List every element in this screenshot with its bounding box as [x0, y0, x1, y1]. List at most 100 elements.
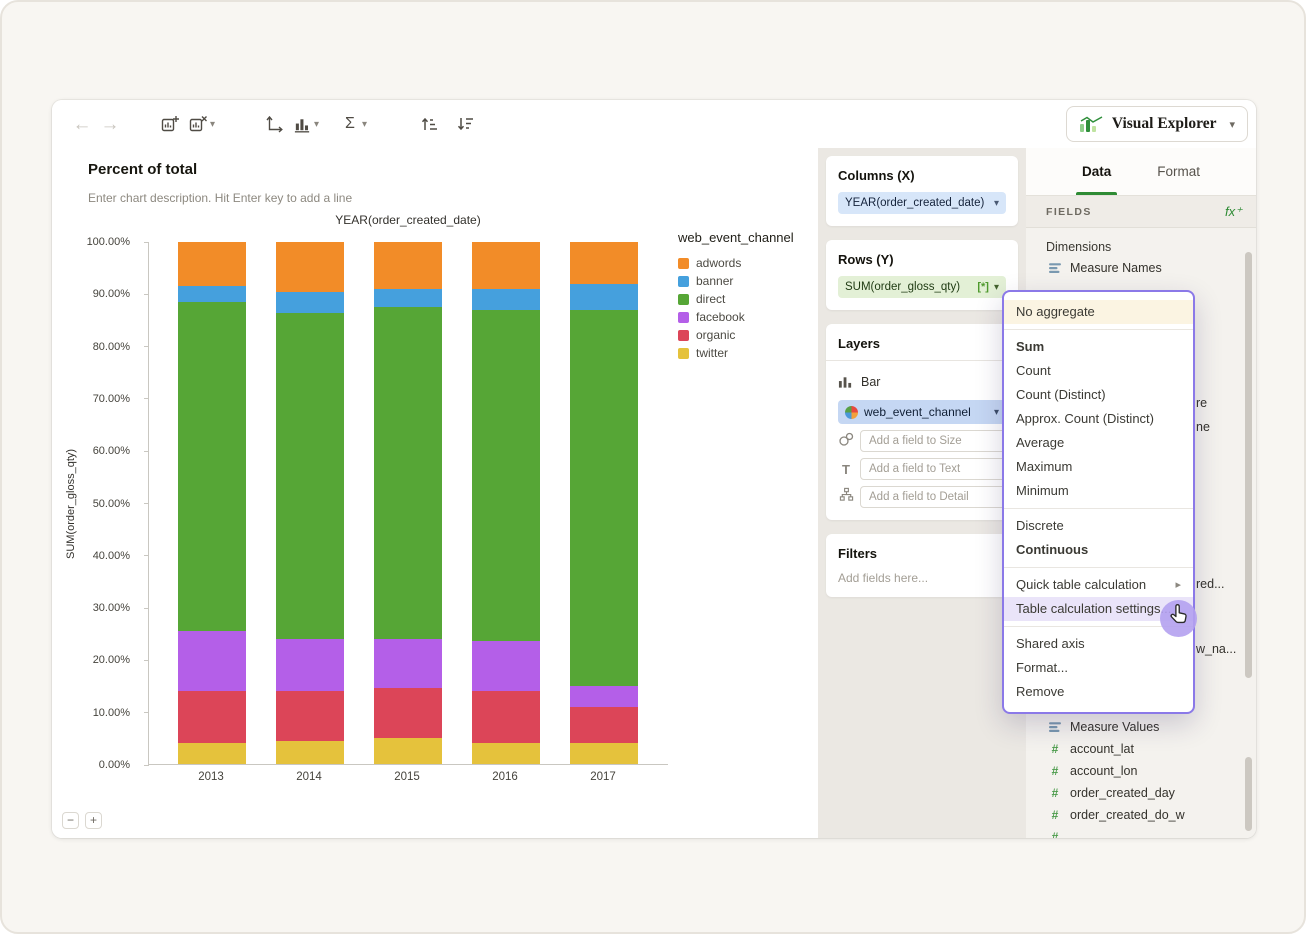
bar-segment-organic[interactable]: [276, 690, 344, 741]
tab-data[interactable]: Data: [1075, 148, 1118, 195]
aggregate-button[interactable]: Σ: [336, 110, 364, 138]
forward-button[interactable]: →: [96, 110, 124, 138]
bar-segment-adwords[interactable]: [374, 242, 442, 290]
bar-segment-banner[interactable]: [472, 289, 540, 310]
menu-item-count-distinct[interactable]: Count (Distinct): [1004, 383, 1193, 407]
remove-chart-button[interactable]: [184, 110, 212, 138]
bar-segment-banner[interactable]: [570, 283, 638, 310]
stacked-bar-2017[interactable]: [570, 242, 638, 764]
color-field-row[interactable]: web_event_channel ▾: [838, 400, 1006, 424]
bar-segment-direct[interactable]: [178, 302, 246, 631]
bar-segment-facebook[interactable]: [472, 641, 540, 691]
size-field-input[interactable]: Add a field to Size: [860, 430, 1006, 452]
bar-segment-facebook[interactable]: [570, 685, 638, 707]
legend-entry-organic[interactable]: organic: [678, 326, 812, 344]
menu-item-continuous[interactable]: Continuous: [1004, 538, 1193, 562]
menu-item-sum[interactable]: Sum: [1004, 335, 1193, 359]
rows-pill-aggregate-badge[interactable]: [*]: [977, 281, 989, 293]
field-item-measure-values[interactable]: Measure Values: [1026, 716, 1256, 738]
legend-entry-banner[interactable]: banner: [678, 272, 812, 290]
stacked-bar-2015[interactable]: [374, 242, 442, 764]
duplicate-chart-button[interactable]: [156, 110, 184, 138]
scrollbar-thumb-lower[interactable]: [1245, 757, 1252, 831]
bar-segment-organic[interactable]: [570, 706, 638, 744]
menu-item-average[interactable]: Average: [1004, 431, 1193, 455]
rows-pill[interactable]: SUM(order_gloss_qty) [*] ▾: [838, 276, 1006, 298]
legend-entry-facebook[interactable]: facebook: [678, 308, 812, 326]
field-item-fragment[interactable]: w_na...: [1196, 642, 1236, 656]
legend-entry-twitter[interactable]: twitter: [678, 344, 812, 362]
menu-item-no-aggregate[interactable]: No aggregate: [1004, 300, 1193, 324]
zoom-in-button[interactable]: +: [85, 812, 102, 829]
menu-item-minimum[interactable]: Minimum: [1004, 479, 1193, 503]
field-item-partial[interactable]: #: [1026, 826, 1256, 838]
bar-segment-twitter[interactable]: [374, 737, 442, 764]
bar-segment-direct[interactable]: [570, 309, 638, 686]
aggregate-caret-icon[interactable]: ▾: [362, 119, 374, 130]
bar-segment-adwords[interactable]: [276, 242, 344, 292]
bar-segment-adwords[interactable]: [178, 242, 246, 287]
menu-item-maximum[interactable]: Maximum: [1004, 455, 1193, 479]
bar-segment-direct[interactable]: [472, 309, 540, 642]
field-item-fragment[interactable]: re: [1196, 396, 1207, 410]
menu-item-count[interactable]: Count: [1004, 359, 1193, 383]
back-button[interactable]: ←: [68, 110, 96, 138]
zoom-out-button[interactable]: −: [62, 812, 79, 829]
field-item-order_created_do_w[interactable]: # order_created_do_w: [1026, 804, 1256, 826]
chart-type-button[interactable]: [288, 110, 316, 138]
color-field-caret-icon[interactable]: ▾: [994, 407, 999, 418]
chart-type-caret-icon[interactable]: ▾: [314, 119, 326, 130]
field-item-account_lat[interactable]: # account_lat: [1026, 738, 1256, 760]
bar-segment-facebook[interactable]: [374, 638, 442, 689]
page-title[interactable]: Percent of total: [88, 161, 197, 178]
add-calculation-icon[interactable]: fx⁺: [1225, 204, 1242, 220]
text-field-input[interactable]: Add a field to Text: [860, 458, 1006, 480]
stacked-bar-2014[interactable]: [276, 242, 344, 764]
bar-segment-twitter[interactable]: [472, 743, 540, 764]
bar-segment-twitter[interactable]: [570, 743, 638, 764]
stacked-bar-2016[interactable]: [472, 242, 540, 764]
field-item-measure-names[interactable]: Measure Names: [1026, 256, 1256, 280]
menu-item-format[interactable]: Format...: [1004, 656, 1193, 680]
sort-ascending-button[interactable]: [416, 110, 444, 138]
columns-pill-caret-icon[interactable]: ▾: [994, 198, 999, 209]
visual-explorer-button[interactable]: Visual Explorer ▾: [1065, 106, 1248, 142]
field-item-order_created_day[interactable]: # order_created_day: [1026, 782, 1256, 804]
bar-segment-twitter[interactable]: [178, 743, 246, 764]
stacked-bar-2013[interactable]: [178, 242, 246, 764]
bar-segment-direct[interactable]: [276, 312, 344, 639]
menu-item-quick-table-calculation[interactable]: Quick table calculation ▸: [1004, 573, 1193, 597]
chart-description-placeholder[interactable]: Enter chart description. Hit Enter key t…: [88, 191, 352, 205]
menu-item-discrete[interactable]: Discrete: [1004, 514, 1193, 538]
filters-drop-area[interactable]: Add fields here...: [838, 571, 1006, 585]
tab-format[interactable]: Format: [1157, 148, 1200, 195]
bar-segment-banner[interactable]: [178, 286, 246, 303]
menu-item-approx-count-distinct[interactable]: Approx. Count (Distinct): [1004, 407, 1193, 431]
bar-segment-banner[interactable]: [276, 291, 344, 313]
field-item-fragment[interactable]: ne: [1196, 420, 1210, 434]
bar-segment-adwords[interactable]: [472, 242, 540, 290]
field-item-account_lon[interactable]: # account_lon: [1026, 760, 1256, 782]
menu-item-remove[interactable]: Remove: [1004, 680, 1193, 704]
bar-segment-adwords[interactable]: [570, 242, 638, 284]
bar-segment-facebook[interactable]: [276, 638, 344, 691]
menu-item-shared-axis[interactable]: Shared axis: [1004, 632, 1193, 656]
field-item-fragment[interactable]: red...: [1196, 577, 1225, 591]
bar-segment-organic[interactable]: [374, 688, 442, 738]
scrollbar-thumb[interactable]: [1245, 252, 1252, 678]
bar-segment-banner[interactable]: [374, 289, 442, 308]
bar-segment-twitter[interactable]: [276, 740, 344, 764]
swap-axes-button[interactable]: [260, 110, 288, 138]
bar-segment-organic[interactable]: [472, 690, 540, 744]
rows-pill-caret-icon[interactable]: ▾: [994, 282, 999, 293]
legend-entry-direct[interactable]: direct: [678, 290, 812, 308]
bar-segment-organic[interactable]: [178, 690, 246, 744]
sort-descending-button[interactable]: [452, 110, 480, 138]
bar-segment-facebook[interactable]: [178, 630, 246, 691]
legend-entry-adwords[interactable]: adwords: [678, 254, 812, 272]
bar-segment-direct[interactable]: [374, 307, 442, 639]
bar-layer-row[interactable]: Bar: [838, 370, 1006, 394]
columns-pill[interactable]: YEAR(order_created_date) ▾: [838, 192, 1006, 214]
detail-field-input[interactable]: Add a field to Detail: [860, 486, 1006, 508]
chart-actions-caret-icon[interactable]: ▾: [210, 119, 222, 130]
